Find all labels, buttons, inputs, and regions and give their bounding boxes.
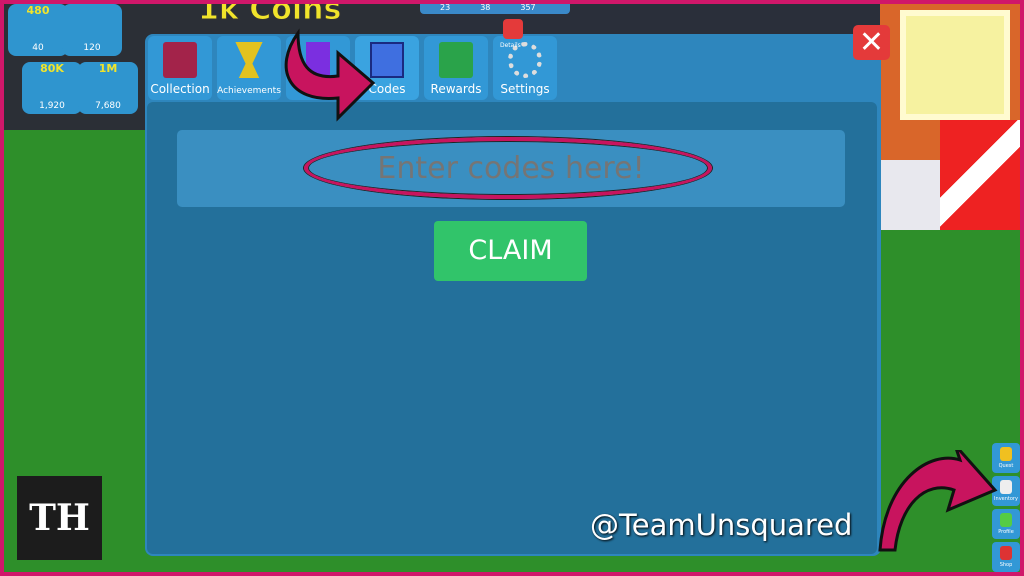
side-label: Profile	[998, 529, 1014, 535]
shop-tile[interactable]: 120	[62, 4, 122, 56]
shop-tile[interactable]: 1M 7,680	[78, 62, 138, 114]
annotation-arrow-icon	[284, 28, 376, 122]
close-button[interactable]: ✕	[853, 25, 890, 60]
claim-button[interactable]: CLAIM	[434, 221, 587, 281]
calendar-check-icon	[439, 42, 473, 78]
tile-price: 40	[32, 43, 44, 53]
tile-price: 120	[83, 43, 101, 53]
scene-cone	[940, 120, 1024, 230]
stat-gems: 357	[520, 2, 536, 12]
shop-icon	[1000, 546, 1012, 560]
stat-coins: 38	[480, 2, 491, 12]
tile-price: 7,680	[95, 101, 121, 111]
tab-rewards[interactable]: Rewards	[424, 36, 488, 100]
side-label: Quest	[998, 463, 1014, 469]
details-button[interactable]	[503, 19, 523, 39]
details-label: Details	[500, 42, 521, 49]
tab-label: Settings	[500, 82, 550, 96]
stat-level: 23	[440, 2, 451, 12]
avatar-icon	[1000, 513, 1012, 527]
trophy-icon	[235, 42, 263, 78]
lightbulb-icon	[1000, 447, 1012, 461]
watermark: @TeamUnsquared	[590, 508, 853, 542]
channel-logo: TH	[17, 476, 102, 560]
shop-tile[interactable]: 480 40	[8, 4, 68, 56]
tile-title: 1M	[98, 62, 118, 75]
tile-price: 1,920	[39, 101, 65, 111]
side-label: Shop	[999, 562, 1013, 568]
tab-label: Rewards	[430, 82, 482, 96]
tab-collection[interactable]: Collection	[148, 36, 212, 100]
scene-window	[900, 10, 1010, 120]
annotation-arrow-icon	[878, 450, 998, 552]
coins-title: 1k Coins	[197, 0, 342, 28]
shop-tile[interactable]: 80K 1,920	[22, 62, 82, 114]
stats-bar: 23 38 357	[420, 0, 570, 14]
tab-label: Collection	[150, 82, 210, 96]
annotation-oval	[304, 137, 712, 199]
backpack-icon	[1000, 480, 1012, 494]
tile-title: 80K	[40, 62, 64, 75]
tile-title: 480	[26, 4, 50, 17]
book-icon	[163, 42, 197, 78]
